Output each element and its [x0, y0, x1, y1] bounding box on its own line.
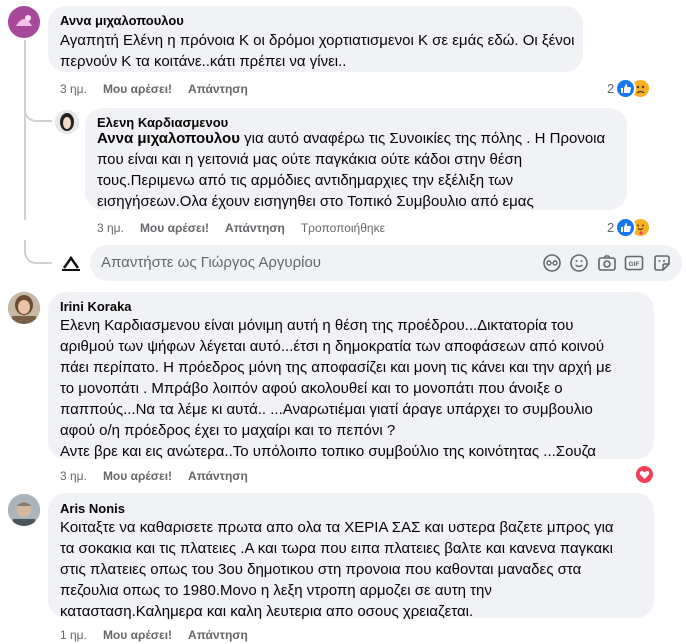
comment-line: Αννα μιχαλοπουλου για αυτό αναφέρω τις Σ… — [97, 128, 605, 149]
comment-author[interactable]: Aris Nonis — [60, 501, 125, 516]
comment-line: παππούς...Να τα λέμε κι αυτά.. ...Αναρωτ… — [60, 401, 593, 418]
thread-connector — [24, 96, 52, 122]
timestamp[interactable]: 1 ημ. — [60, 628, 87, 642]
like-button[interactable]: Μου αρέσει! — [103, 82, 172, 96]
comment-line: τους.Περιμενω από τις αρμόδιες αντιδημαρ… — [97, 172, 514, 189]
comment-text: Κοιταξτε να καθαρισετε πρωτα απο ολα τα … — [60, 517, 614, 622]
love-reaction-icon[interactable] — [634, 464, 655, 485]
comment-actions: 1 ημ. Μου αρέσει! Απάντηση — [60, 628, 264, 642]
timestamp[interactable]: 3 ημ. — [97, 221, 124, 235]
timestamp[interactable]: 3 ημ. — [60, 82, 87, 96]
comment-line: στις πλατειες οπως του 3ου δημοτικου στη… — [60, 561, 582, 578]
camera-icon[interactable] — [597, 253, 617, 273]
gif-icon[interactable]: GIF — [624, 253, 644, 273]
edited-label[interactable]: Τροποποιήθηκε — [301, 221, 385, 235]
reply-placeholder[interactable]: Απαντήστε ως Γιώργος Αργυρίου — [101, 254, 321, 271]
mention-link[interactable]: Αννα μιχαλοπουλου — [97, 130, 240, 147]
thread-connector — [24, 240, 52, 264]
avatar[interactable] — [8, 6, 40, 38]
like-button[interactable]: Μου αρέσει! — [103, 628, 172, 642]
reply-button[interactable]: Απάντηση — [225, 221, 285, 235]
comment-line: αφού ο/η πρόεδρος έχει το μαχαίρι και το… — [60, 422, 396, 439]
reaction-count[interactable]: 2 — [607, 81, 614, 96]
reply-button[interactable]: Απάντηση — [188, 628, 248, 642]
comment-line: περνούν Κ τα κοιτάνε..κάτι πρέπει να γίν… — [60, 53, 347, 70]
avatar[interactable] — [8, 292, 40, 324]
thread-line — [24, 40, 26, 220]
comment-line: Ελενη Καρδιασμενου είναι μόνιμη αυτή η θ… — [60, 317, 574, 334]
avatar-sticker-icon[interactable] — [542, 253, 562, 273]
like-button[interactable]: Μου αρέσει! — [140, 221, 209, 235]
comment-author[interactable]: Irini Koraka — [60, 299, 132, 314]
like-button[interactable]: Μου αρέσει! — [103, 469, 172, 483]
emoji-icon[interactable] — [569, 253, 589, 273]
reaction-count[interactable]: 2 — [607, 220, 614, 235]
comment-line: κατασταση.Καλημερα και καλη λευτερια απο… — [60, 603, 474, 620]
comment-line: που είναι και η γειτονιά μας ούτε παγκάκ… — [97, 151, 523, 168]
current-user-avatar[interactable] — [58, 250, 84, 276]
comment-text: Αννα μιχαλοπουλου για αυτό αναφέρω τις Σ… — [97, 128, 605, 212]
reply-button[interactable]: Απάντηση — [188, 82, 248, 96]
comment-actions: 3 ημ. Μου αρέσει! Απάντηση Τροποποιήθηκε — [97, 221, 401, 235]
comment-line-text: για αυτό αναφέρω τις Συνοικίες της πόλης… — [239, 130, 606, 147]
avatar[interactable] — [55, 110, 79, 134]
comment-text: Ελενη Καρδιασμενου είναι μόνιμη αυτή η θ… — [60, 315, 611, 462]
svg-text:GIF: GIF — [629, 261, 640, 268]
comment-line: αριθμού των ψήφων λέγεται αυτό...έτσι η … — [60, 338, 605, 355]
like-reaction-icon — [615, 78, 636, 99]
comment-author[interactable]: Αννα μιχαλοπουλου — [60, 13, 184, 28]
reply-button[interactable]: Απάντηση — [188, 469, 248, 483]
comment-line: Αντε βρε και εις ανώτερα..Το υπόλοιπο το… — [60, 443, 596, 460]
comment-line: πεζουλια οπως το 1980.Μονο η λεξη ντροπη… — [60, 582, 492, 599]
comment-text: Αγαπητή Ελένη η πρόνοια Κ οι δρόμοι χορτ… — [60, 30, 574, 72]
comment-line: πάει περίπατο. Η πρόεδρος μόνη της αποφα… — [60, 359, 612, 376]
comment-line: εισηγήσεων.Ολα έχουν εισηγηθει στο Τοπικ… — [97, 193, 534, 210]
comment-line: Κοιταξτε να καθαρισετε πρωτα απο ολα τα … — [60, 519, 614, 536]
like-reaction-icon — [615, 217, 636, 238]
timestamp[interactable]: 3 ημ. — [60, 469, 87, 483]
comment-line: τα σοκακια και τις πλατειες .Α και τωρα … — [60, 540, 613, 557]
sticker-icon[interactable] — [652, 253, 672, 273]
comment-actions: 3 ημ. Μου αρέσει! Απάντηση — [60, 469, 264, 483]
comment-line: Αγαπητή Ελένη η πρόνοια Κ οι δρόμοι χορτ… — [60, 32, 575, 49]
comment-actions: 3 ημ. Μου αρέσει! Απάντηση — [60, 82, 264, 96]
avatar[interactable] — [8, 494, 40, 526]
comment-line: το μονοπάτι . Μπράβο λοιπόν αφού ακολουθ… — [60, 380, 563, 397]
